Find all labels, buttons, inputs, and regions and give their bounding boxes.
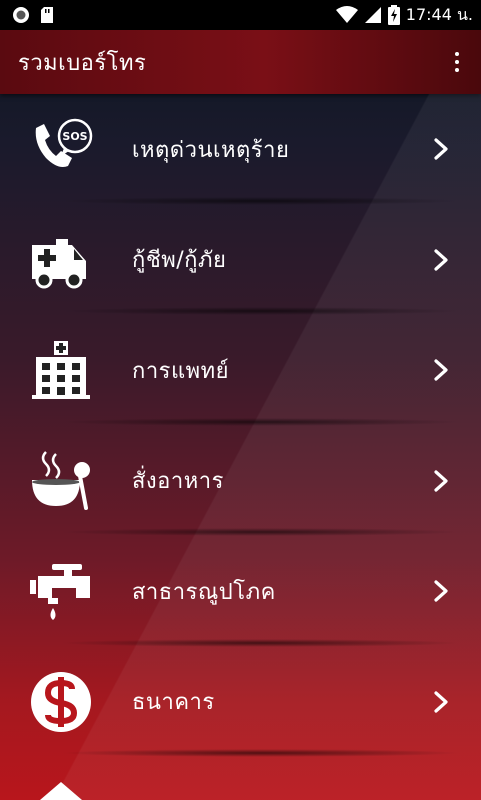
menu-item-label: กู้ชีพ/กู้ภัย [132, 248, 227, 274]
chevron-right-icon [434, 580, 448, 602]
menu-item-label: สาธารณูปโภค [132, 579, 276, 605]
food-bowl-icon [28, 448, 94, 514]
menu-item-rescue[interactable]: กู้ชีพ/กู้ภัย [0, 205, 481, 315]
chevron-right-icon [434, 691, 448, 713]
status-bar: 17:44 น. [0, 0, 481, 30]
menu-item-food[interactable]: สั่งอาหาร [0, 426, 481, 536]
dollar-coin-icon [28, 669, 94, 735]
signal-icon [364, 7, 381, 23]
app-bar: รวมเบอร์โทร [0, 30, 481, 94]
menu-item-utilities[interactable]: สาธารณูปโภค [0, 536, 481, 647]
chevron-right-icon [434, 138, 448, 160]
menu-list: SOS เหตุด่วนเหตุร้าย กู้ชีพ/กู้ภัย การแพ… [0, 94, 481, 757]
clock: 17:44 น. [405, 4, 473, 24]
water-tap-icon [28, 558, 94, 624]
scroll-up-icon[interactable] [40, 782, 82, 800]
chevron-right-icon [434, 249, 448, 271]
svg-text:SOS: SOS [62, 130, 87, 143]
menu-item-label: การแพทย์ [132, 358, 230, 384]
menu-item-emergency[interactable]: SOS เหตุด่วนเหตุร้าย [0, 94, 481, 205]
hospital-icon [28, 337, 94, 403]
phone-sos-icon: SOS [28, 116, 94, 182]
chevron-right-icon [434, 359, 448, 381]
battery-charging-icon [387, 5, 400, 25]
menu-item-label: สั่งอาหาร [132, 469, 224, 495]
chevron-right-icon [434, 470, 448, 492]
menu-item-label: เหตุด่วนเหตุร้าย [132, 137, 290, 163]
menu-item-bank[interactable]: ธนาคาร [0, 647, 481, 757]
ambulance-icon [28, 227, 94, 293]
wifi-icon [335, 6, 358, 23]
sd-card-icon [41, 7, 53, 23]
menu-item-label: ธนาคาร [132, 690, 215, 716]
menu-item-medical[interactable]: การแพทย์ [0, 315, 481, 426]
app-title: รวมเบอร์โทร [18, 50, 147, 76]
record-icon [13, 7, 29, 23]
more-vert-icon[interactable] [437, 38, 477, 86]
